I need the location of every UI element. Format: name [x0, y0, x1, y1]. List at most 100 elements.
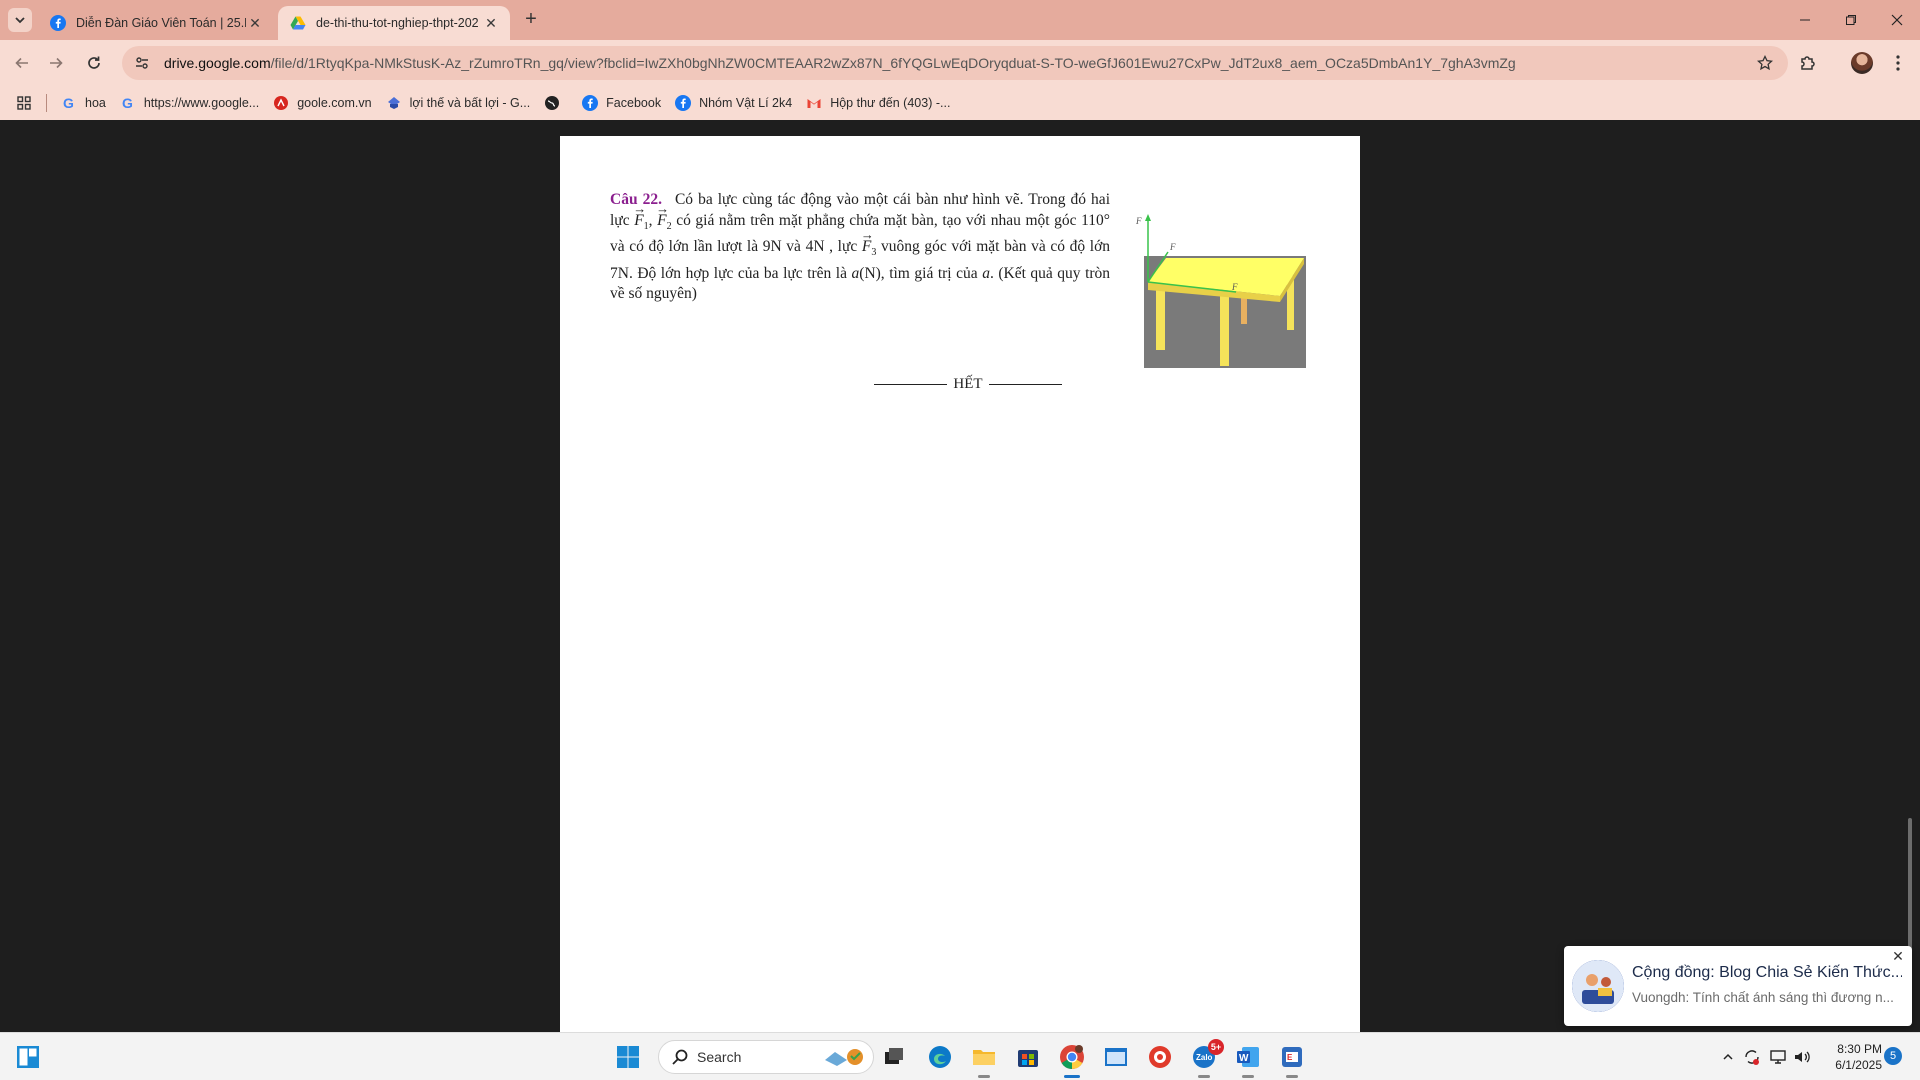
- chevron-up-icon: [1723, 1053, 1733, 1060]
- bookmark-facebook[interactable]: Facebook: [582, 95, 661, 111]
- taskbar-store[interactable]: [1014, 1043, 1042, 1071]
- clock-date: 6/1/2025: [1835, 1058, 1882, 1072]
- tab-close-button[interactable]: ✕: [482, 14, 500, 32]
- sync-status-button[interactable]: [1742, 1047, 1762, 1067]
- scrollbar[interactable]: [1908, 818, 1912, 958]
- taskbar-search[interactable]: Search: [658, 1040, 874, 1074]
- bookmark-label: lợi thế và bất lợi - G...: [409, 96, 531, 110]
- close-icon: [1891, 14, 1903, 26]
- gmail-icon: [807, 99, 821, 108]
- url-path: /file/d/1RtyqKpa-NMkStusK-Az_rZumroTRn_g…: [270, 55, 1516, 71]
- bookmark-nhom-vat-li[interactable]: Nhóm Vật Lí 2k4: [675, 95, 792, 111]
- divider: [874, 383, 948, 385]
- force-label: F: [1231, 282, 1238, 292]
- address-bar[interactable]: drive.google.com/file/d/1RtyqKpa-NMkStus…: [122, 46, 1788, 80]
- arrow-right-icon: [50, 57, 63, 69]
- back-button[interactable]: [10, 51, 34, 75]
- notification-avatar: [1572, 960, 1624, 1012]
- notification-close-button[interactable]: ✕: [1890, 948, 1906, 964]
- table-leg: [1156, 286, 1165, 350]
- apps-button[interactable]: [16, 95, 32, 111]
- vector-f3: F3: [861, 225, 877, 264]
- notification-toast[interactable]: Cộng đồng: Blog Chia Sẻ Kiến Thức... Vuo…: [1564, 946, 1912, 1026]
- bookmark-goole[interactable]: goole.com.vn: [273, 95, 372, 111]
- document-viewer[interactable]: Câu 22. Có ba lực cùng tác động vào một …: [0, 120, 1920, 1036]
- taskbar: Search Zalo 5+ W E 8:30 PM 6/1/2025 5: [0, 1032, 1920, 1080]
- force-label: F: [1135, 216, 1142, 226]
- word-icon: W: [1237, 1047, 1259, 1067]
- svg-text:G: G: [63, 95, 74, 111]
- variable-a: a: [982, 264, 990, 282]
- svg-text:E: E: [1287, 1053, 1293, 1062]
- svg-text:Zalo: Zalo: [1196, 1053, 1213, 1062]
- profile-button[interactable]: [1848, 49, 1876, 77]
- close-window-button[interactable]: [1874, 0, 1920, 40]
- network-button[interactable]: [1768, 1047, 1788, 1067]
- end-marker: HẾT: [868, 374, 1068, 394]
- restore-icon: [1846, 15, 1856, 25]
- forward-button[interactable]: [44, 51, 68, 75]
- sync-icon: [1745, 1050, 1759, 1065]
- adobe-icon: [274, 96, 289, 110]
- extensions-button[interactable]: [1794, 49, 1822, 77]
- volume-button[interactable]: [1792, 1047, 1812, 1067]
- site-info-icon[interactable]: [132, 53, 152, 73]
- running-indicator: [1242, 1075, 1254, 1078]
- tab-facebook-forum[interactable]: Diễn Đàn Giáo Viên Toán | 25.D ✕: [38, 6, 274, 40]
- restore-button[interactable]: [1828, 0, 1874, 40]
- new-tab-button[interactable]: +: [520, 9, 542, 31]
- facebook-icon: [675, 95, 692, 111]
- taskbar-app[interactable]: [1102, 1043, 1130, 1071]
- start-button[interactable]: [614, 1043, 642, 1071]
- bookmark-hoa[interactable]: G hoa: [61, 95, 106, 111]
- browser-menu-button[interactable]: [1884, 49, 1912, 77]
- taskbar-clock[interactable]: 8:30 PM 6/1/2025: [1814, 1041, 1882, 1073]
- running-indicator: [978, 1075, 990, 1078]
- search-highlight-icon: [825, 1049, 863, 1066]
- taskbar-edge[interactable]: [926, 1043, 954, 1071]
- question-22: Câu 22. Có ba lực cùng tác động vào một …: [610, 190, 1110, 305]
- bookmark-gmail[interactable]: Hộp thư đến (403) -...: [806, 95, 950, 111]
- taskbar-zalo[interactable]: Zalo 5+: [1190, 1039, 1224, 1071]
- running-indicator: [1286, 1075, 1298, 1078]
- notification-title: Cộng đồng: Blog Chia Sẻ Kiến Thức...: [1632, 964, 1902, 981]
- notification-center-badge[interactable]: 5: [1884, 1047, 1902, 1065]
- vector-f1: F1: [633, 199, 649, 238]
- url-text: drive.google.com/file/d/1RtyqKpa-NMkStus…: [164, 55, 1754, 71]
- search-icon: [672, 1049, 688, 1065]
- tab-strip: Diễn Đàn Giáo Viên Toán | 25.D ✕ de-thi-…: [0, 0, 1920, 40]
- active-indicator: [1064, 1075, 1080, 1078]
- table-force-figure: F F F: [1135, 214, 1306, 368]
- taskbar-word[interactable]: W: [1234, 1043, 1262, 1071]
- table-leg: [1241, 296, 1247, 324]
- widgets-button[interactable]: [14, 1043, 42, 1071]
- bookmark-label: hoa: [85, 96, 106, 110]
- reload-button[interactable]: [82, 51, 106, 75]
- svg-text:W: W: [1239, 1053, 1249, 1064]
- bookmark-star-button[interactable]: [1754, 52, 1776, 74]
- store-icon: [1018, 1050, 1038, 1067]
- taskbar-file-explorer[interactable]: [970, 1043, 998, 1071]
- taskbar-media-app[interactable]: [1146, 1043, 1174, 1071]
- clock-time: 8:30 PM: [1837, 1042, 1882, 1056]
- google-drive-icon: [290, 16, 306, 30]
- task-view-button[interactable]: [880, 1043, 908, 1071]
- edge-icon: [929, 1046, 951, 1068]
- tab-search-button[interactable]: [8, 8, 32, 32]
- bookmark-google-search[interactable]: G https://www.google...: [120, 95, 259, 111]
- search-placeholder: Search: [697, 1049, 742, 1065]
- bookmark-separator: [46, 94, 47, 112]
- bookmark-globe[interactable]: [544, 95, 568, 111]
- google-icon: G: [122, 95, 133, 111]
- document-page: Câu 22. Có ba lực cùng tác động vào một …: [560, 136, 1360, 1036]
- taskbar-dictionary[interactable]: E: [1278, 1043, 1306, 1071]
- tab-close-button[interactable]: ✕: [246, 14, 264, 32]
- tab-drive-document[interactable]: de-thi-thu-tot-nghiep-thpt-202 ✕: [278, 6, 510, 40]
- window-app-icon: [1105, 1048, 1127, 1066]
- chevron-down-icon: [15, 17, 25, 24]
- bookmark-loi-the[interactable]: lợi thế và bất lợi - G...: [386, 95, 531, 111]
- show-hidden-icons-button[interactable]: [1718, 1047, 1738, 1067]
- avatar: [1851, 52, 1873, 74]
- minimize-button[interactable]: [1782, 0, 1828, 40]
- taskbar-chrome[interactable]: [1058, 1043, 1086, 1071]
